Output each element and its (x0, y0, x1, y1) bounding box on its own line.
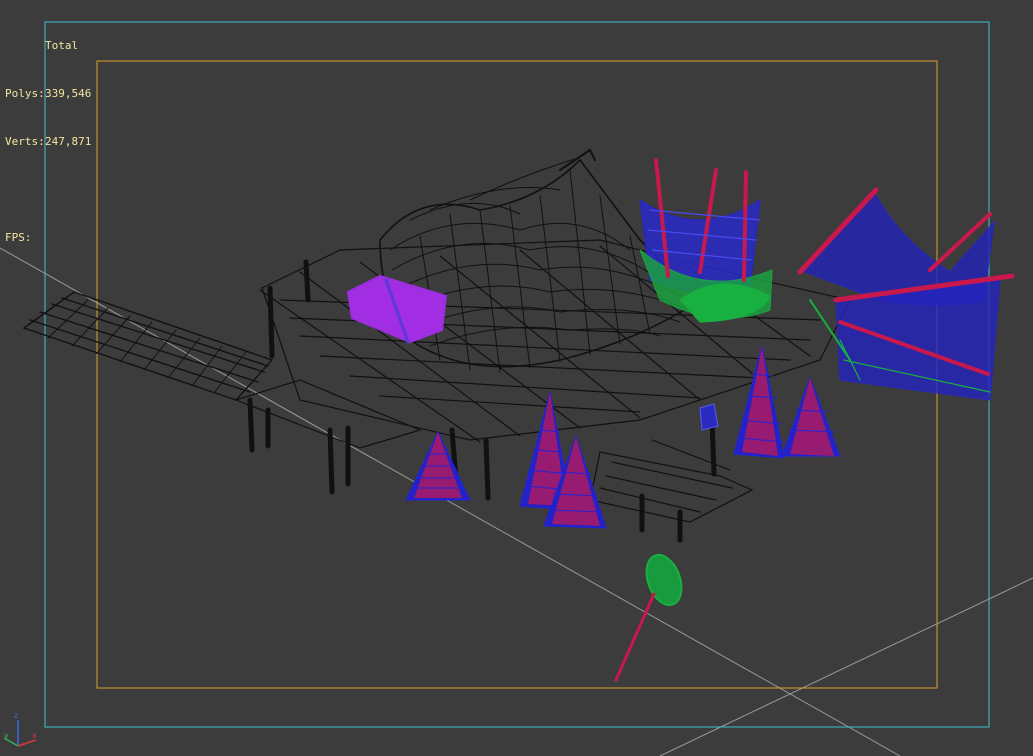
svg-text:z: z (14, 711, 18, 720)
fps-row: FPS: (5, 230, 91, 246)
svg-text:x: x (32, 731, 37, 740)
fish-trap-5 (781, 376, 841, 457)
wireframe-model[interactable] (22, 148, 1015, 682)
verts-row: Verts: 247,871 (5, 134, 91, 150)
purple-crate (346, 274, 448, 344)
fish-trap-1 (405, 430, 471, 501)
svg-text:y: y (4, 731, 9, 740)
landing-net (614, 553, 683, 682)
verts-value: 247,871 (45, 135, 92, 148)
stats-header: Total (45, 39, 79, 52)
fps-label: FPS: (5, 231, 32, 244)
lantern (699, 403, 719, 431)
fish-trap-4 (733, 345, 785, 459)
support-posts (247, 259, 717, 543)
fishing-net-mesh (797, 187, 1015, 401)
polys-row: Polys: 339,546 (5, 86, 91, 102)
xyz-axis-icon: y x z (3, 711, 37, 747)
safe-frame (96, 60, 938, 689)
3d-viewport[interactable]: y x z (0, 0, 1033, 756)
polys-label: Polys: (5, 87, 45, 100)
verts-label: Verts: (5, 135, 45, 148)
polys-value: 339,546 (45, 87, 92, 100)
viewport-statistics: Total Polys: 339,546 Verts: 247,871 FPS: (5, 6, 91, 262)
walkway-mesh (22, 291, 274, 401)
